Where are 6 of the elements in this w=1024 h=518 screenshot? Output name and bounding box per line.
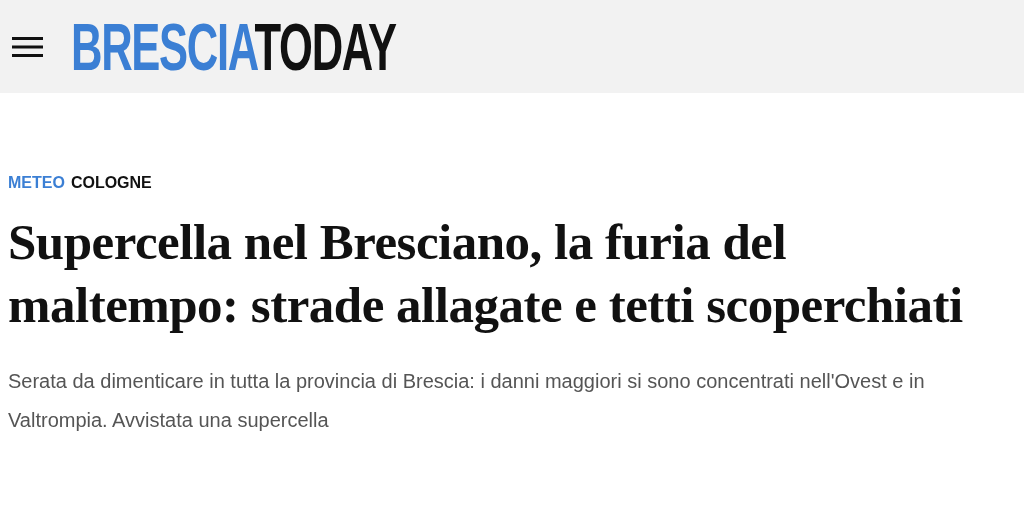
section-link[interactable]: METEO xyxy=(8,173,65,193)
location-label: COLOGNE xyxy=(70,173,152,193)
menu-icon[interactable] xyxy=(12,35,43,58)
logo[interactable]: BRESCIATODAY xyxy=(71,18,396,75)
headline: Supercella nel Bresciano, la furia del maltempo: strade allagate e tetti scoperchiati xyxy=(8,213,964,335)
summary: Serata da dimenticare in tutta la provincia di Brescia: i danni maggiori si sono concentrati nell'Ovest e in Valtrompia. Avvistata una supercella xyxy=(8,369,926,433)
